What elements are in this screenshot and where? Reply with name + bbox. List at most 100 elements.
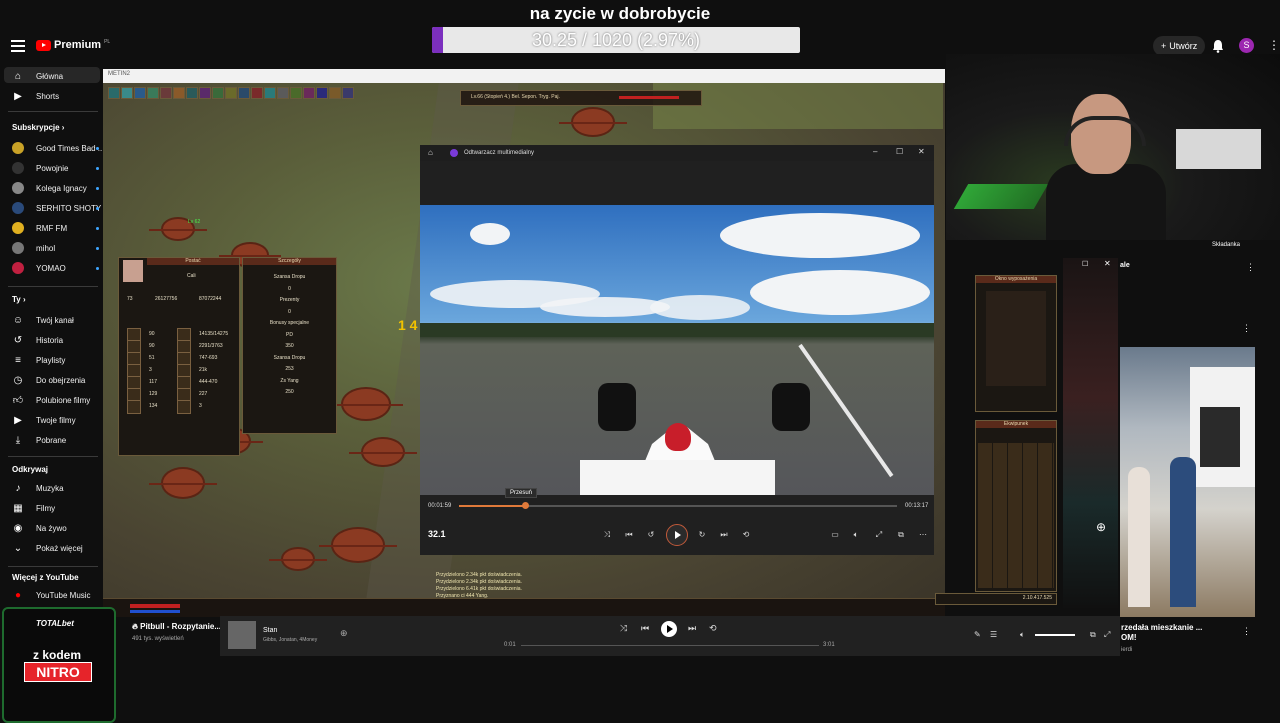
more-options-icon[interactable]: ⋯ [918, 530, 928, 539]
buff-icon [173, 87, 185, 99]
next-icon[interactable]: ⏭ [719, 530, 729, 540]
menu-icon[interactable] [11, 40, 25, 52]
sidebar-item[interactable]: ▶ Twoje filmy [12, 411, 75, 429]
previous-icon[interactable]: ⏮ [641, 623, 649, 634]
sidebar-section-header[interactable]: Ty › [12, 295, 26, 304]
buff-icon [147, 87, 159, 99]
play-button[interactable] [666, 524, 688, 546]
channel-avatar [12, 242, 24, 254]
sidebar-divider [8, 111, 98, 112]
fullscreen-icon[interactable]: ⤢ [874, 530, 884, 540]
sidebar-item[interactable]: ▦ Filmy [12, 499, 55, 517]
video-frame[interactable] [420, 205, 934, 495]
sidebar-item-label: Główna [36, 71, 64, 81]
clock-icon: ◷ [13, 374, 23, 386]
more-vert-icon[interactable]: ⋮ [1246, 262, 1255, 273]
repeat-off-icon[interactable]: ⟲ [741, 530, 751, 539]
sidebar-item[interactable]: ≡ Playlisty [12, 351, 65, 369]
sidebar-item[interactable]: ◷ Do obejrzenia [12, 371, 86, 389]
detail-row: 350 [285, 343, 294, 349]
playback-rate[interactable]: 32.1 [428, 529, 446, 539]
equipment-slots[interactable] [986, 291, 1046, 386]
sidebar-item[interactable]: SERHITO SHOTY [12, 199, 101, 217]
more-vert-icon[interactable]: ⋮ [1268, 38, 1280, 52]
track-title[interactable]: Stan [263, 627, 277, 634]
volume-slider[interactable] [1035, 634, 1075, 636]
close-icon[interactable]: ✕ [1104, 259, 1111, 268]
equipment-panel-title: Okno wyposażenia [976, 276, 1056, 283]
stat-value: 227 [199, 391, 208, 397]
seek-bar[interactable] [459, 502, 897, 509]
sidebar-item[interactable]: Powojnie [12, 159, 99, 177]
track-artists[interactable]: Gibbs, Jonatan, 4Money [263, 637, 317, 643]
new-content-dot [96, 206, 99, 210]
subtitles-icon[interactable]: ▭ [830, 530, 840, 539]
add-to-playlist-icon[interactable]: ⊕ [340, 628, 348, 639]
sidebar-item-label: Good Times Bad ... [36, 143, 105, 153]
create-label: Utwórz [1169, 41, 1198, 51]
music-progress-bar[interactable] [521, 645, 819, 646]
inventory-grid[interactable] [978, 443, 1054, 588]
sidebar-item[interactable]: Good Times Bad ... [12, 139, 104, 157]
sidebar-item[interactable]: mihol [12, 239, 99, 257]
close-icon[interactable]: ✕ [918, 147, 925, 156]
youtube-premium-logo[interactable]: Premium PL [36, 39, 110, 51]
maximize-icon[interactable]: ☐ [896, 147, 903, 156]
avatar[interactable]: S [1239, 38, 1254, 53]
sidebar-item[interactable]: RMF FM [12, 219, 99, 237]
more-vert-icon[interactable]: ⋮ [1242, 626, 1251, 637]
channel-avatar [12, 222, 24, 234]
sidebar-item[interactable]: ◉ Na żywo [12, 519, 67, 537]
rewind-icon[interactable]: ↺ [646, 530, 656, 539]
seek-bar-fill [459, 505, 525, 507]
buff-icon [186, 87, 198, 99]
sidebar-item[interactable]: ↺ Historia [12, 331, 63, 349]
previous-icon[interactable]: ⏮ [624, 530, 634, 540]
sidebar-item[interactable]: 👍︎ Polubione filmy [12, 391, 90, 409]
miniplayer-icon[interactable]: ⧉ [896, 530, 906, 540]
sidebar-item[interactable]: Kolega Ignacy [12, 179, 99, 197]
detail-row: Bonusy specjalne [269, 320, 310, 326]
video-thumbnail[interactable] [1120, 347, 1255, 617]
fullscreen-icon[interactable]: ⤢ [1104, 630, 1110, 640]
sidebar-section-header[interactable]: Subskrypcje › [12, 123, 64, 132]
more-vert-icon[interactable]: ⋮ [1242, 323, 1251, 334]
sidebar-item[interactable]: ● YouTube Music [12, 586, 91, 604]
detail-row: PD [286, 331, 293, 338]
create-button[interactable]: + Utwórz [1153, 36, 1206, 56]
maximize-icon[interactable]: ☐ [1082, 260, 1088, 268]
sidebar-item[interactable]: ⌄ Pokaż więcej [12, 539, 83, 557]
forward-icon[interactable]: ↻ [697, 530, 707, 539]
sidebar-item[interactable]: ⌂ Główna [12, 67, 63, 85]
sidebar-item[interactable]: ♪ Muzyka [12, 479, 64, 497]
mini-video[interactable] [1063, 258, 1118, 608]
seek-bar-thumb[interactable] [521, 502, 529, 509]
channel-avatar [12, 142, 24, 154]
film-icon: ▦ [13, 502, 23, 514]
music-play-button[interactable] [661, 621, 677, 637]
sidebar-item[interactable]: YOMAO [12, 259, 99, 277]
sidebar-item[interactable]: ☺ Twój kanał [12, 311, 74, 329]
sidebar-item[interactable]: ▶ Shorts [12, 87, 59, 105]
edit-icon[interactable]: ✎ [974, 630, 981, 639]
album-art[interactable] [228, 621, 256, 649]
queue-icon[interactable]: ☰ [990, 630, 997, 639]
shuffle-icon[interactable]: ⤨ [602, 530, 612, 540]
detail-row: Prezenty [279, 297, 300, 303]
repeat-icon[interactable]: ⟲ [709, 623, 717, 634]
bell-icon[interactable] [1212, 39, 1224, 53]
add-icon[interactable]: ⊕ [1096, 520, 1106, 534]
next-icon[interactable]: ⏭ [688, 623, 696, 634]
detail-row: Szansa Dropu [273, 274, 306, 280]
sponsor-text: z kodem [32, 648, 81, 662]
sidebar-item[interactable]: ⤓ Pobrane [12, 431, 66, 449]
volume-icon[interactable]: 🔈︎ [851, 530, 861, 540]
minimize-icon[interactable]: – [873, 147, 877, 156]
miniplayer-icon[interactable]: ⧉ [1090, 630, 1096, 640]
buff-icon [264, 87, 276, 99]
detail-row: 0 [288, 308, 291, 315]
channel-label: ale [1120, 262, 1130, 269]
volume-icon[interactable]: 🔈︎ [1020, 630, 1025, 640]
home-icon[interactable]: ⌂ [428, 148, 433, 157]
shuffle-icon[interactable]: ⤨ [620, 623, 627, 634]
